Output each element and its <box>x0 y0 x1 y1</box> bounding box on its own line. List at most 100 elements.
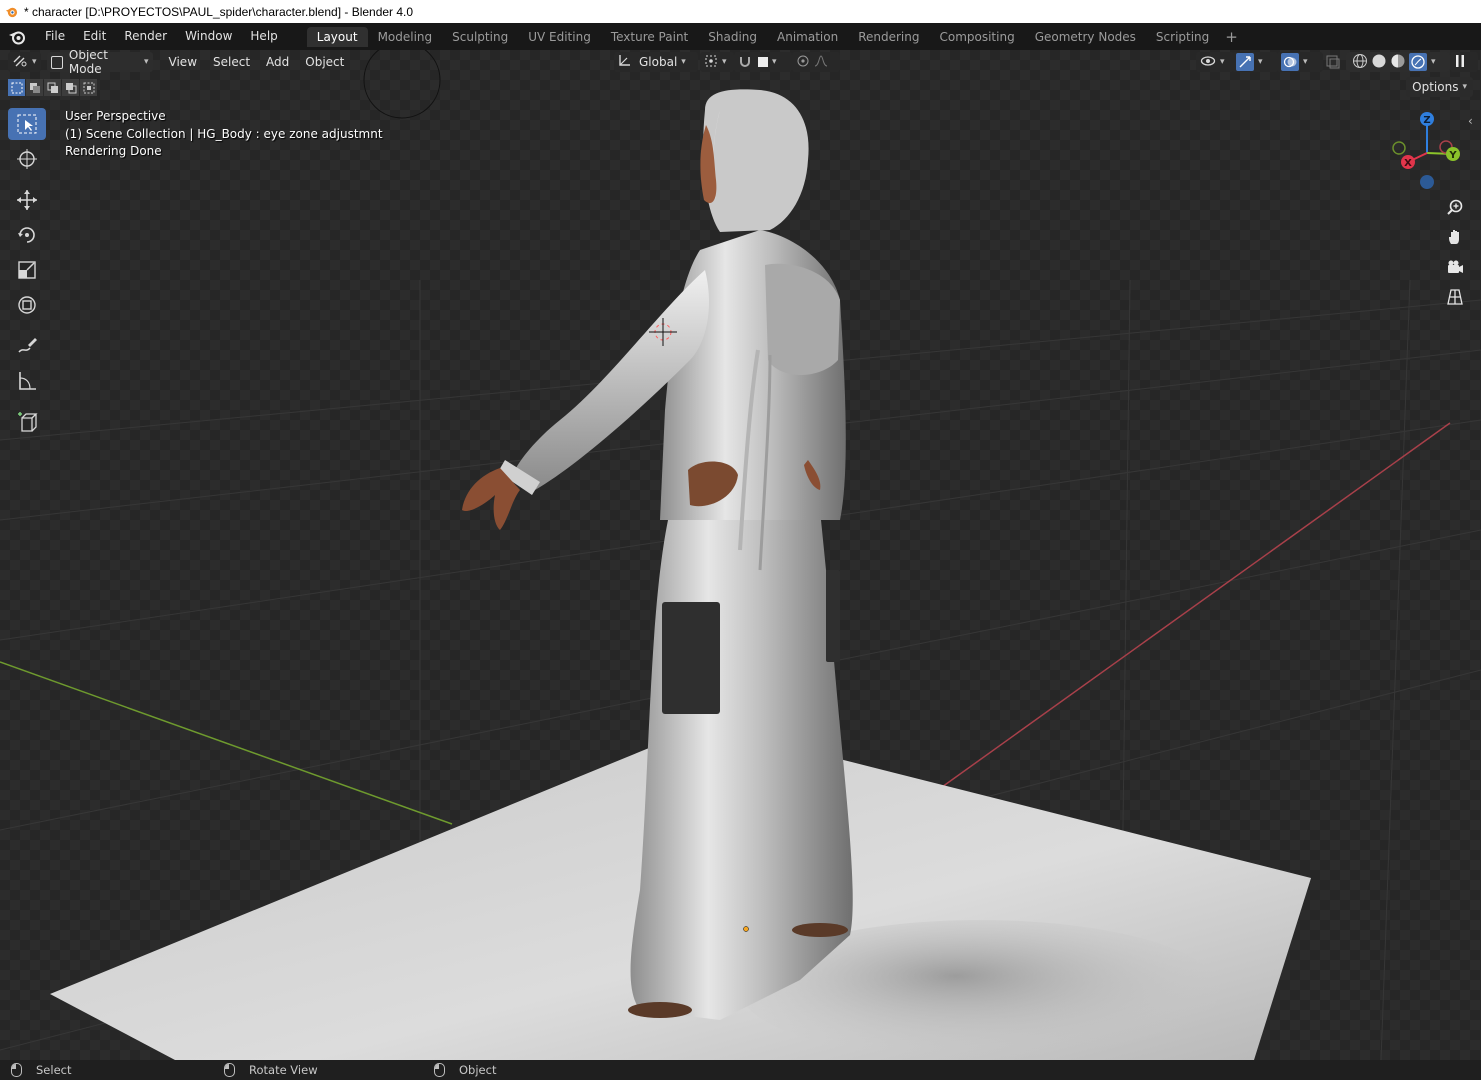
select-new-icon[interactable] <box>8 79 25 96</box>
navigation-buttons <box>1441 193 1469 313</box>
options-dropdown[interactable]: Options ▾ <box>1406 77 1473 97</box>
viewport-menu-object[interactable]: Object <box>297 55 352 69</box>
orientation-icon <box>618 54 631 70</box>
tool-shelf <box>8 108 48 441</box>
shading-mode-group: ▾ <box>1346 52 1450 72</box>
options-label: Options <box>1412 80 1459 94</box>
measure-icon[interactable] <box>8 365 46 397</box>
chevron-down-icon: ▾ <box>32 57 37 67</box>
pause-render-button[interactable] <box>1450 52 1478 72</box>
gizmo-x-label: X <box>1404 158 1412 169</box>
view-name: User Perspective <box>65 109 166 123</box>
material-preview-icon[interactable] <box>1390 53 1406 72</box>
tab-sculpting[interactable]: Sculpting <box>442 27 518 47</box>
tab-texture-paint[interactable]: Texture Paint <box>601 27 698 47</box>
perspective-toggle-icon[interactable] <box>1441 283 1469 311</box>
annotate-icon[interactable] <box>8 330 46 362</box>
chevron-down-icon: ▾ <box>1258 57 1263 67</box>
viewport-menu-select[interactable]: Select <box>205 55 258 69</box>
tab-shading[interactable]: Shading <box>698 27 767 47</box>
select-invert-icon[interactable] <box>62 79 79 96</box>
tab-compositing[interactable]: Compositing <box>929 27 1024 47</box>
chevron-down-icon: ▾ <box>772 57 777 67</box>
gizmo-toggle[interactable]: ▾ <box>1232 52 1278 72</box>
sidebar-toggle-icon[interactable]: ‹ <box>1468 114 1473 128</box>
proportional-editing-toggle[interactable] <box>792 52 840 72</box>
mode-selector[interactable]: Object Mode ▾ <box>46 50 153 76</box>
chevron-down-icon: ▾ <box>722 57 727 67</box>
select-intersect-icon[interactable] <box>80 79 97 96</box>
window-title: * character [D:\PROYECTOS\PAUL_spider\ch… <box>24 4 414 19</box>
status-object-label: Object <box>459 1063 497 1077</box>
status-object: Object <box>434 1063 496 1077</box>
navigation-gizmo[interactable]: Z Y X <box>1388 110 1468 190</box>
move-icon[interactable] <box>8 184 46 216</box>
viewport-header: ▾ Object Mode ▾ View Select Add Object G… <box>0 50 1481 76</box>
tab-geometry-nodes[interactable]: Geometry Nodes <box>1025 27 1146 47</box>
tab-modeling[interactable]: Modeling <box>368 27 443 47</box>
menu-file[interactable]: File <box>36 23 74 50</box>
scale-icon[interactable] <box>8 254 46 286</box>
viewport-menu-view[interactable]: View <box>161 55 205 69</box>
pivot-icon <box>704 54 718 71</box>
overlays-toggle[interactable]: ▾ <box>1277 52 1323 72</box>
mouse-left-icon <box>11 1063 22 1077</box>
wireframe-shading-icon[interactable] <box>1352 53 1368 72</box>
tab-animation[interactable]: Animation <box>767 27 848 47</box>
snap-toggle[interactable]: ▾ <box>734 52 792 72</box>
zoom-icon[interactable] <box>1441 193 1469 221</box>
top-bar: File Edit Render Window Help Layout Mode… <box>0 23 1481 50</box>
menu-help[interactable]: Help <box>241 23 286 50</box>
rendered-shading-icon[interactable] <box>1409 53 1427 71</box>
tab-uv-editing[interactable]: UV Editing <box>518 27 601 47</box>
status-rotate-label: Rotate View <box>249 1063 318 1077</box>
chevron-down-icon: ▾ <box>1303 57 1308 67</box>
menu-window[interactable]: Window <box>176 23 241 50</box>
editor-type-icon <box>12 54 28 71</box>
scene-render <box>0 50 1481 1060</box>
active-object-info: (1) Scene Collection | HG_Body : eye zon… <box>65 126 383 141</box>
pause-icon <box>1454 54 1466 71</box>
tab-scripting[interactable]: Scripting <box>1146 27 1219 47</box>
gizmo-icon <box>1236 53 1254 71</box>
blender-app-icon <box>5 5 18 18</box>
blender-logo-icon[interactable] <box>8 29 26 45</box>
chevron-down-icon: ▾ <box>1431 57 1436 67</box>
tab-rendering[interactable]: Rendering <box>848 27 929 47</box>
add-workspace-button[interactable]: + <box>1219 28 1244 46</box>
orientation-label: Global <box>639 55 678 69</box>
snap-target-icon <box>758 57 768 67</box>
transform-icon[interactable] <box>8 289 46 321</box>
status-select: Select <box>11 1063 71 1077</box>
cursor-icon[interactable] <box>8 143 46 175</box>
mode-label: Object Mode <box>68 50 108 76</box>
select-extend-icon[interactable] <box>26 79 43 96</box>
falloff-icon <box>814 54 828 70</box>
visibility-selector[interactable]: ▾ <box>1196 52 1234 72</box>
select-subtract-icon[interactable] <box>44 79 61 96</box>
tab-layout[interactable]: Layout <box>306 26 368 47</box>
menu-edit[interactable]: Edit <box>74 23 115 50</box>
gizmo-y-label: Y <box>1448 150 1457 161</box>
pivot-point-selector[interactable]: ▾ <box>700 52 734 72</box>
viewport-menu-add[interactable]: Add <box>258 55 297 69</box>
select-box-icon[interactable] <box>8 108 46 140</box>
solid-shading-icon[interactable] <box>1371 53 1387 72</box>
render-status: Rendering Done <box>65 144 162 158</box>
proportional-icon <box>796 54 810 71</box>
camera-view-icon[interactable] <box>1441 253 1469 281</box>
xray-toggle-icon[interactable] <box>1325 54 1341 73</box>
3d-viewport[interactable]: ▾ Object Mode ▾ View Select Add Object G… <box>0 50 1481 1060</box>
pan-hand-icon[interactable] <box>1441 223 1469 251</box>
menu-render[interactable]: Render <box>115 23 176 50</box>
gizmo-z-label: Z <box>1423 115 1430 126</box>
window-titlebar: * character [D:\PROYECTOS\PAUL_spider\ch… <box>0 0 1481 23</box>
rotate-icon[interactable] <box>8 219 46 251</box>
status-rotate-view: Rotate View <box>224 1063 318 1077</box>
object-mode-icon <box>50 55 63 69</box>
transform-orientation-selector[interactable]: Global ▾ <box>614 52 698 72</box>
selection-mode-buttons <box>8 79 97 96</box>
overlays-icon <box>1281 53 1299 71</box>
editor-type-selector[interactable]: ▾ <box>8 52 41 72</box>
add-cube-icon[interactable] <box>8 406 46 438</box>
